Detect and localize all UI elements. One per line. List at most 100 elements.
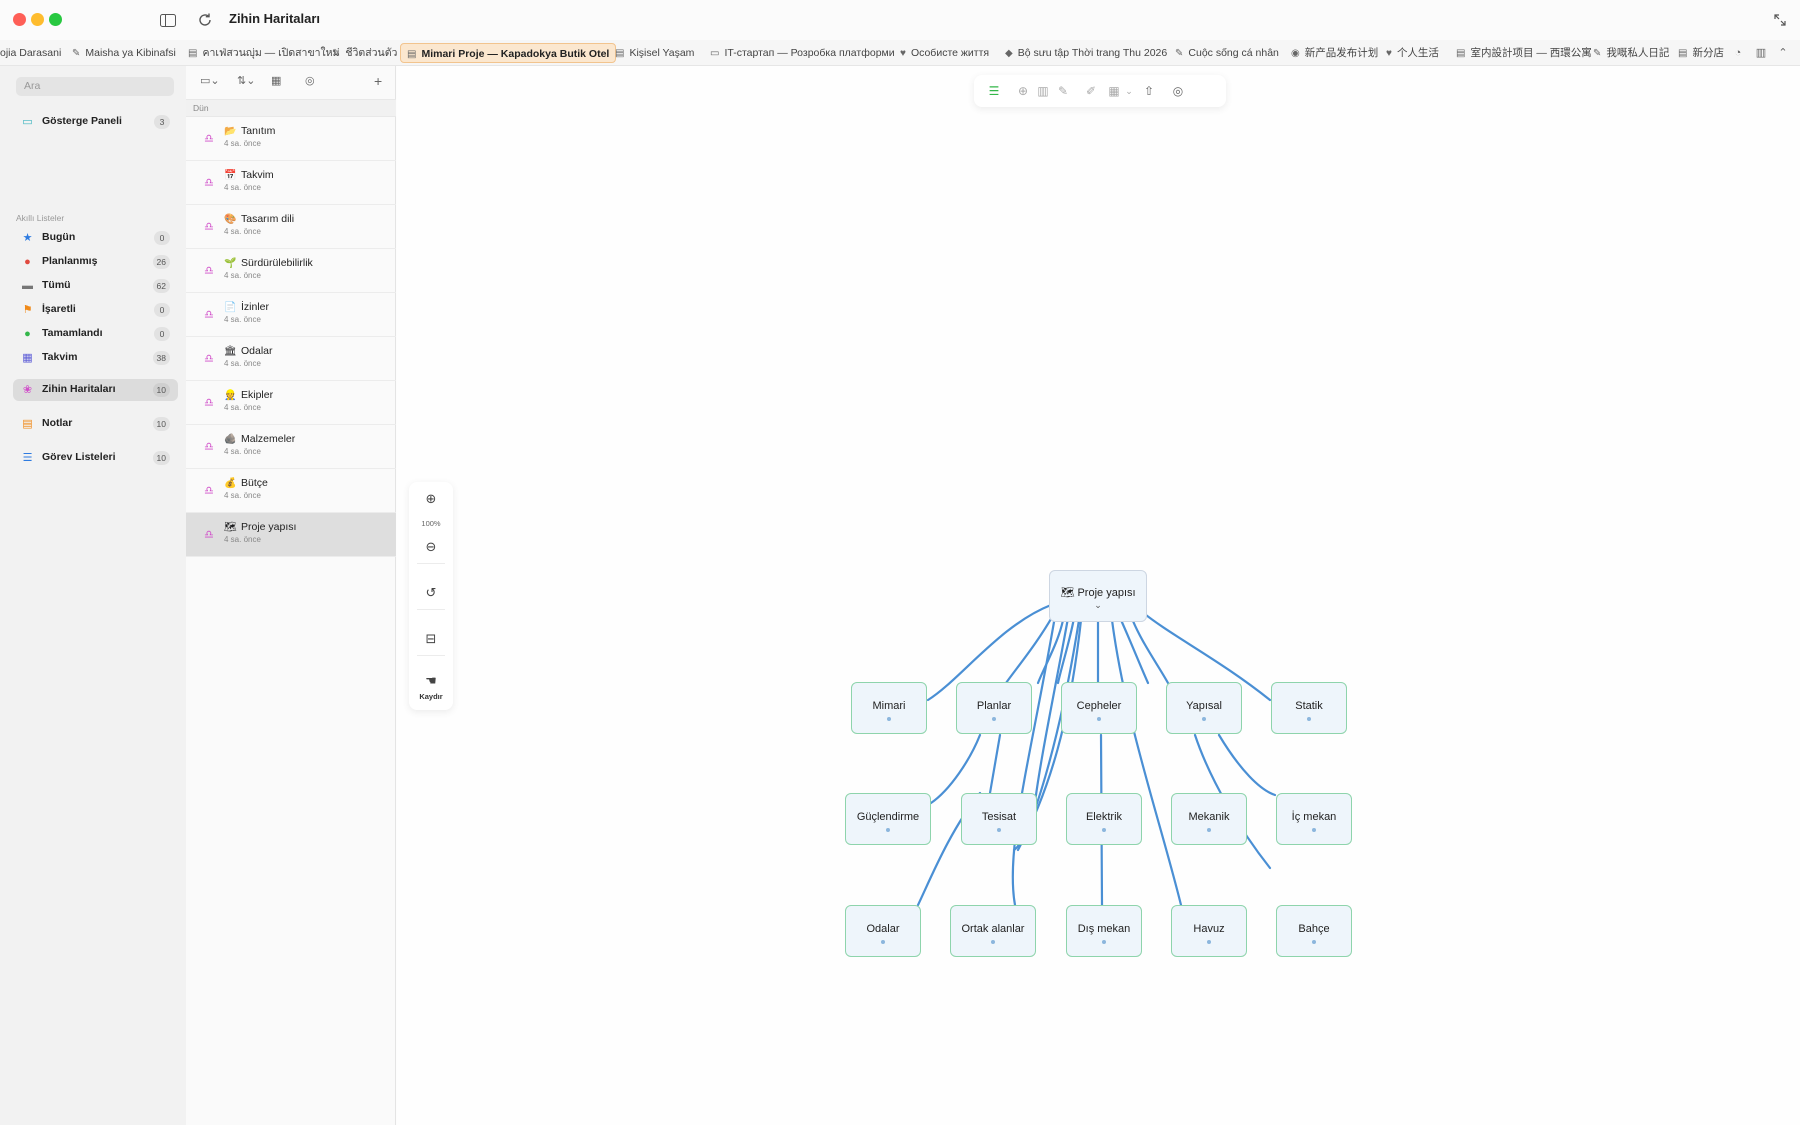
sidebar-item-dashboard[interactable]: ▭ Gösterge Paneli 3 — [13, 111, 178, 133]
list-item[interactable]: ♎ 🏛 Odalar 4 sa. önce — [186, 337, 396, 381]
tab[interactable]: ✎ Cuộc sống cá nhân — [1169, 43, 1285, 63]
fit-view-icon[interactable]: ⊟ — [421, 630, 441, 648]
bell-icon[interactable]: ◔ — [1729, 44, 1747, 62]
list-pane: ▭⌄ ⇅⌄ ▦ ◎ + Dün ♎ 📂 Tanıtım 4 sa. önce ♎… — [186, 66, 396, 1125]
mindmap-node[interactable]: Havuz — [1171, 905, 1247, 957]
mindmap-node[interactable]: İç mekan — [1276, 793, 1352, 845]
sort-dropdown-icon[interactable]: ⇅⌄ — [237, 73, 255, 89]
trash-icon[interactable]: ▥ — [1036, 84, 1050, 98]
list-item[interactable]: ♎ 📂 Tanıtım 4 sa. önce — [186, 117, 396, 161]
note-icon: ✎ — [1175, 48, 1184, 59]
search-input[interactable]: Ara — [16, 77, 174, 96]
item-time: 4 sa. önce — [224, 271, 261, 280]
layout-icon[interactable]: ▥ — [1752, 44, 1770, 62]
item-title: Tanıtım — [241, 125, 276, 137]
list-item-selected[interactable]: ♎ 🗺 Proje yapısı 4 sa. önce — [186, 513, 396, 557]
sidebar-item-calendar[interactable]: ▦ Takvim 38 — [13, 347, 178, 369]
dashboard-icon: ▭ — [22, 116, 33, 128]
mindmap-node[interactable]: Ortak alanlar — [950, 905, 1036, 957]
mindmap-node[interactable]: Statik — [1271, 682, 1347, 734]
mindmap-node[interactable]: Mekanik — [1171, 793, 1247, 845]
project-icon: ▤ — [188, 48, 198, 59]
chevron-down-icon[interactable]: ⌄ — [1050, 600, 1146, 611]
minimize-window-button[interactable] — [31, 13, 44, 26]
mindmap-node[interactable]: Bahçe — [1276, 905, 1352, 957]
sidebar-item-completed[interactable]: ● Tamamlandı 0 — [13, 323, 178, 345]
note-icon: ✎ — [332, 48, 341, 59]
mindmap-node[interactable]: Odalar — [845, 905, 921, 957]
list-item[interactable]: ♎ 📅 Takvim 4 sa. önce — [186, 161, 396, 205]
list-item[interactable]: ♎ 📄 İzinler 4 sa. önce — [186, 293, 396, 337]
project-icon: ▤ — [1456, 48, 1466, 59]
tab[interactable]: ✎ 我嘅私人日記 — [1587, 43, 1675, 63]
sidebar-item-all[interactable]: ▬ Tümü 62 — [13, 275, 178, 297]
share-icon[interactable]: ⇧ — [1142, 84, 1156, 98]
mindmap-node[interactable]: Elektrik — [1066, 793, 1142, 845]
mindmap-root-node[interactable]: 🗺 Proje yapısı ⌄ — [1049, 570, 1147, 622]
tab[interactable]: ▤ คาเฟ่สวนญุ่ม — เปิดสาขาใหม่ — [182, 43, 346, 63]
mindmap-node[interactable]: Planlar — [956, 682, 1032, 734]
reset-icon[interactable]: ↺ — [421, 584, 441, 602]
list-item[interactable]: ♎ 👷 Ekipler 4 sa. önce — [186, 381, 396, 425]
sidebar-item-scheduled[interactable]: ● Planlanmış 26 — [13, 251, 178, 273]
item-time: 4 sa. önce — [224, 315, 261, 324]
sidebar-item-today[interactable]: ★ Bugün 0 — [13, 227, 178, 249]
tab[interactable]: ojia Darasani — [0, 43, 67, 63]
tab-active[interactable]: ▤ Mimari Proje — Kapadokya Butik Otel — [400, 43, 617, 63]
mindmap-node[interactable]: Yapısal — [1166, 682, 1242, 734]
view-toggle-icon[interactable]: ▦ — [271, 73, 281, 89]
tab[interactable]: ▤ 新分店 — [1672, 43, 1730, 63]
item-time: 4 sa. önce — [224, 403, 261, 412]
mindmap-icon: ♎ — [204, 397, 214, 409]
add-node-icon[interactable]: ⊕ — [1016, 84, 1030, 98]
tab[interactable]: ♥ 个人生活 — [1380, 43, 1445, 63]
item-emoji: 🪨 — [224, 434, 237, 445]
tab[interactable]: ✎ Maisha ya Kibinafsi — [66, 43, 182, 63]
tab[interactable]: ◉ 新产品发布计划 — [1285, 43, 1384, 63]
tab[interactable]: ▤ Kişisel Yaşam — [609, 43, 700, 63]
item-title: Malzemeler — [241, 433, 296, 445]
filter-dropdown-icon[interactable]: ▭⌄ — [200, 73, 220, 89]
check-circle-icon[interactable]: ◎ — [305, 73, 315, 89]
list-item[interactable]: ♎ 🌱 Sürdürülebilirlik 4 sa. önce — [186, 249, 396, 293]
mindmap-node[interactable]: Dış mekan — [1066, 905, 1142, 957]
pencil-icon[interactable]: ✎ — [1056, 84, 1070, 98]
zoom-level: 100% — [421, 519, 441, 528]
mindmap-node[interactable]: Güçlendirme — [845, 793, 931, 845]
sidebar-item-mindmaps[interactable]: ❀ Zihin Haritaları 10 — [13, 379, 178, 401]
item-title: Ekipler — [241, 389, 274, 401]
layout-icon[interactable]: ▦ — [1107, 84, 1121, 98]
mindmap-node[interactable]: Cepheler — [1061, 682, 1137, 734]
chevron-up-icon[interactable]: ⌃ — [1774, 44, 1792, 62]
sidebar-item-tasklists[interactable]: ☰ Görev Listeleri 10 — [13, 447, 178, 469]
project-icon: ▤ — [1678, 48, 1688, 59]
tab[interactable]: ♥ Особисте життя — [894, 43, 995, 63]
list-item[interactable]: ♎ 💰 Bütçe 4 sa. önce — [186, 469, 396, 513]
mindmap-icon: ♎ — [204, 177, 214, 189]
mindmap-icon: ♎ — [204, 309, 214, 321]
check-circle-icon[interactable]: ◎ — [1171, 84, 1185, 98]
tab[interactable]: ▤ 室内設計项目 — 西環公寓 — [1450, 43, 1598, 63]
sidebar-item-notes[interactable]: ▤ Notlar 10 — [13, 413, 178, 435]
tab[interactable]: ▭ IT-стартап — Розробка платформи — [704, 43, 901, 63]
style-icon[interactable]: ✐ — [1084, 84, 1098, 98]
sidebar-item-flagged[interactable]: ⚑ İşaretli 0 — [13, 299, 178, 321]
outline-icon[interactable]: ☰ — [987, 84, 1001, 98]
list-item[interactable]: ♎ 🪨 Malzemeler 4 sa. önce — [186, 425, 396, 469]
zoom-in-icon[interactable]: ⊕ — [421, 490, 441, 508]
sync-icon[interactable] — [194, 9, 216, 31]
chevron-down-icon[interactable]: ⌄ — [1122, 84, 1136, 98]
mindmap-node[interactable]: Tesisat — [961, 793, 1037, 845]
sidebar-toggle-icon[interactable] — [157, 9, 179, 31]
zoom-controls: ⊕ 100% ⊖ ↺ ⊟ ☚ Kaydır — [409, 482, 453, 710]
maximize-window-button[interactable] — [49, 13, 62, 26]
add-icon[interactable]: + — [374, 73, 382, 89]
list-item[interactable]: ♎ 🎨 Tasarım dili 4 sa. önce — [186, 205, 396, 249]
fullscreen-icon[interactable] — [1769, 9, 1791, 31]
pan-hand-icon[interactable]: ☚ — [421, 672, 441, 690]
mindmap-node[interactable]: Mimari — [851, 682, 927, 734]
close-window-button[interactable] — [13, 13, 26, 26]
tab[interactable]: ✎ ชีวิตส่วนตัว — [326, 43, 403, 63]
zoom-out-icon[interactable]: ⊖ — [421, 538, 441, 556]
tab[interactable]: ◆ Bộ sưu tập Thời trang Thu 2026 — [999, 43, 1173, 63]
